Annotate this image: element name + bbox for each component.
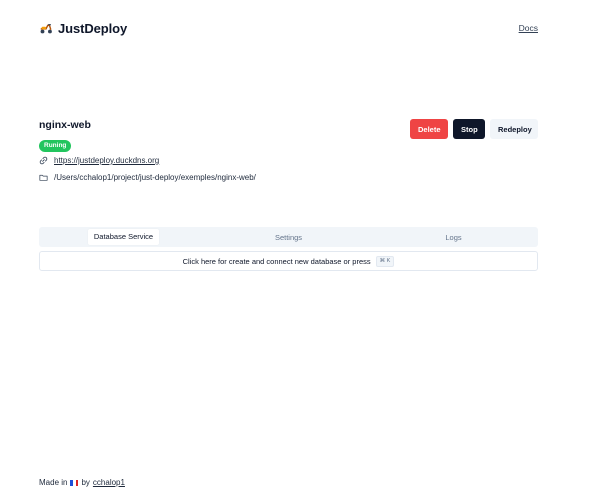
service-url-row: https://justdeploy.duckdns.org — [39, 156, 159, 165]
stop-button[interactable]: Stop — [453, 119, 485, 139]
command-bar-text: Click here for create and connect new da… — [182, 256, 371, 266]
footer-by: by — [81, 478, 90, 487]
service-url-link[interactable]: https://justdeploy.duckdns.org — [54, 156, 159, 165]
folder-icon — [39, 174, 48, 181]
tab-database-service-label: Database Service — [87, 229, 160, 245]
service-tabs: Database Service Settings Logs — [39, 227, 538, 247]
link-icon — [39, 156, 48, 165]
tab-logs[interactable]: Logs — [371, 229, 536, 245]
status-badge: Runing — [39, 140, 72, 152]
service-path-row: /Users/cchalop1/project/just-deploy/exem… — [39, 173, 256, 182]
tab-logs-label: Logs — [445, 232, 462, 242]
france-flag-icon — [70, 479, 79, 486]
top-header: JustDeploy Docs — [39, 18, 538, 38]
tab-database-service[interactable]: Database Service — [41, 229, 206, 245]
service-name: nginx-web — [39, 119, 91, 131]
docs-link[interactable]: Docs — [519, 23, 538, 33]
redeploy-button[interactable]: Redeploy — [490, 119, 538, 139]
brand-name: JustDeploy — [58, 20, 128, 36]
keyboard-shortcut: ⌘ K — [375, 255, 395, 267]
brand[interactable]: JustDeploy — [39, 21, 127, 36]
page: JustDeploy Docs nginx-web Runing https:/… — [0, 0, 600, 498]
service-actions: Delete Stop Redeploy — [410, 119, 538, 139]
service-path: /Users/cchalop1/project/just-deploy/exem… — [54, 173, 256, 182]
delete-button[interactable]: Delete — [410, 119, 448, 139]
footer-made-in: Made in — [39, 478, 68, 487]
tab-settings[interactable]: Settings — [206, 229, 371, 245]
scooter-icon — [40, 24, 52, 34]
create-database-command-bar[interactable]: Click here for create and connect new da… — [39, 251, 538, 271]
author-link[interactable]: cchalop1 — [93, 478, 125, 487]
tab-settings-label: Settings — [274, 232, 303, 242]
footer: Made in by cchalop1 — [39, 478, 125, 487]
